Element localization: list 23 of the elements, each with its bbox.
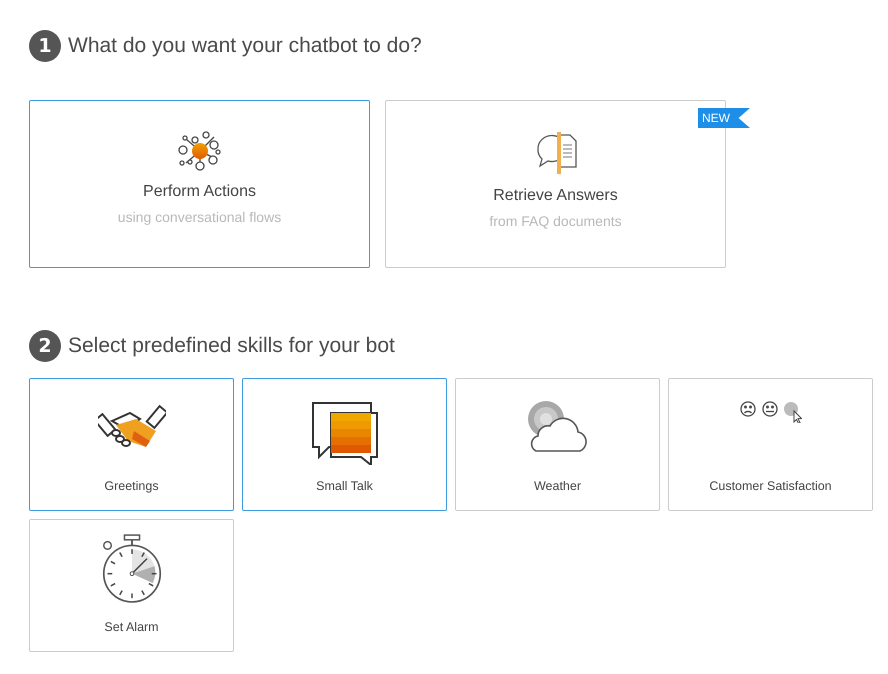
speech-bubbles-icon — [310, 401, 378, 465]
skill-card[interactable]: Greetings — [29, 378, 234, 511]
card-title: Retrieve Answers — [493, 187, 618, 205]
card-title: Set Alarm — [104, 620, 159, 634]
card-title: Perform Actions — [143, 183, 256, 201]
card-title: Weather — [534, 479, 581, 493]
section-title: What do you want your chatbot to do? — [68, 34, 422, 58]
skill-card[interactable]: Weather — [455, 378, 660, 511]
card-title: Greetings — [104, 479, 159, 493]
new-ribbon: NEW — [698, 108, 750, 128]
network-icon — [178, 131, 222, 171]
card-subtitle: using conversational flows — [118, 209, 282, 225]
rating-faces-icon — [740, 401, 802, 423]
skill-card[interactable]: Set Alarm — [29, 519, 234, 652]
card-title: Small Talk — [316, 479, 373, 493]
section-title: Select predefined skills for your bot — [68, 334, 395, 358]
skill-card[interactable]: Small Talk — [242, 378, 447, 511]
skill-card[interactable]: Customer Satisfaction — [668, 378, 873, 511]
step-number: 1 — [29, 30, 61, 62]
step-number: 2 — [29, 330, 61, 362]
card-title: Customer Satisfaction — [709, 479, 832, 493]
option-card[interactable]: Perform Actions using conversational flows — [29, 100, 370, 268]
card-subtitle: from FAQ documents — [489, 213, 622, 229]
